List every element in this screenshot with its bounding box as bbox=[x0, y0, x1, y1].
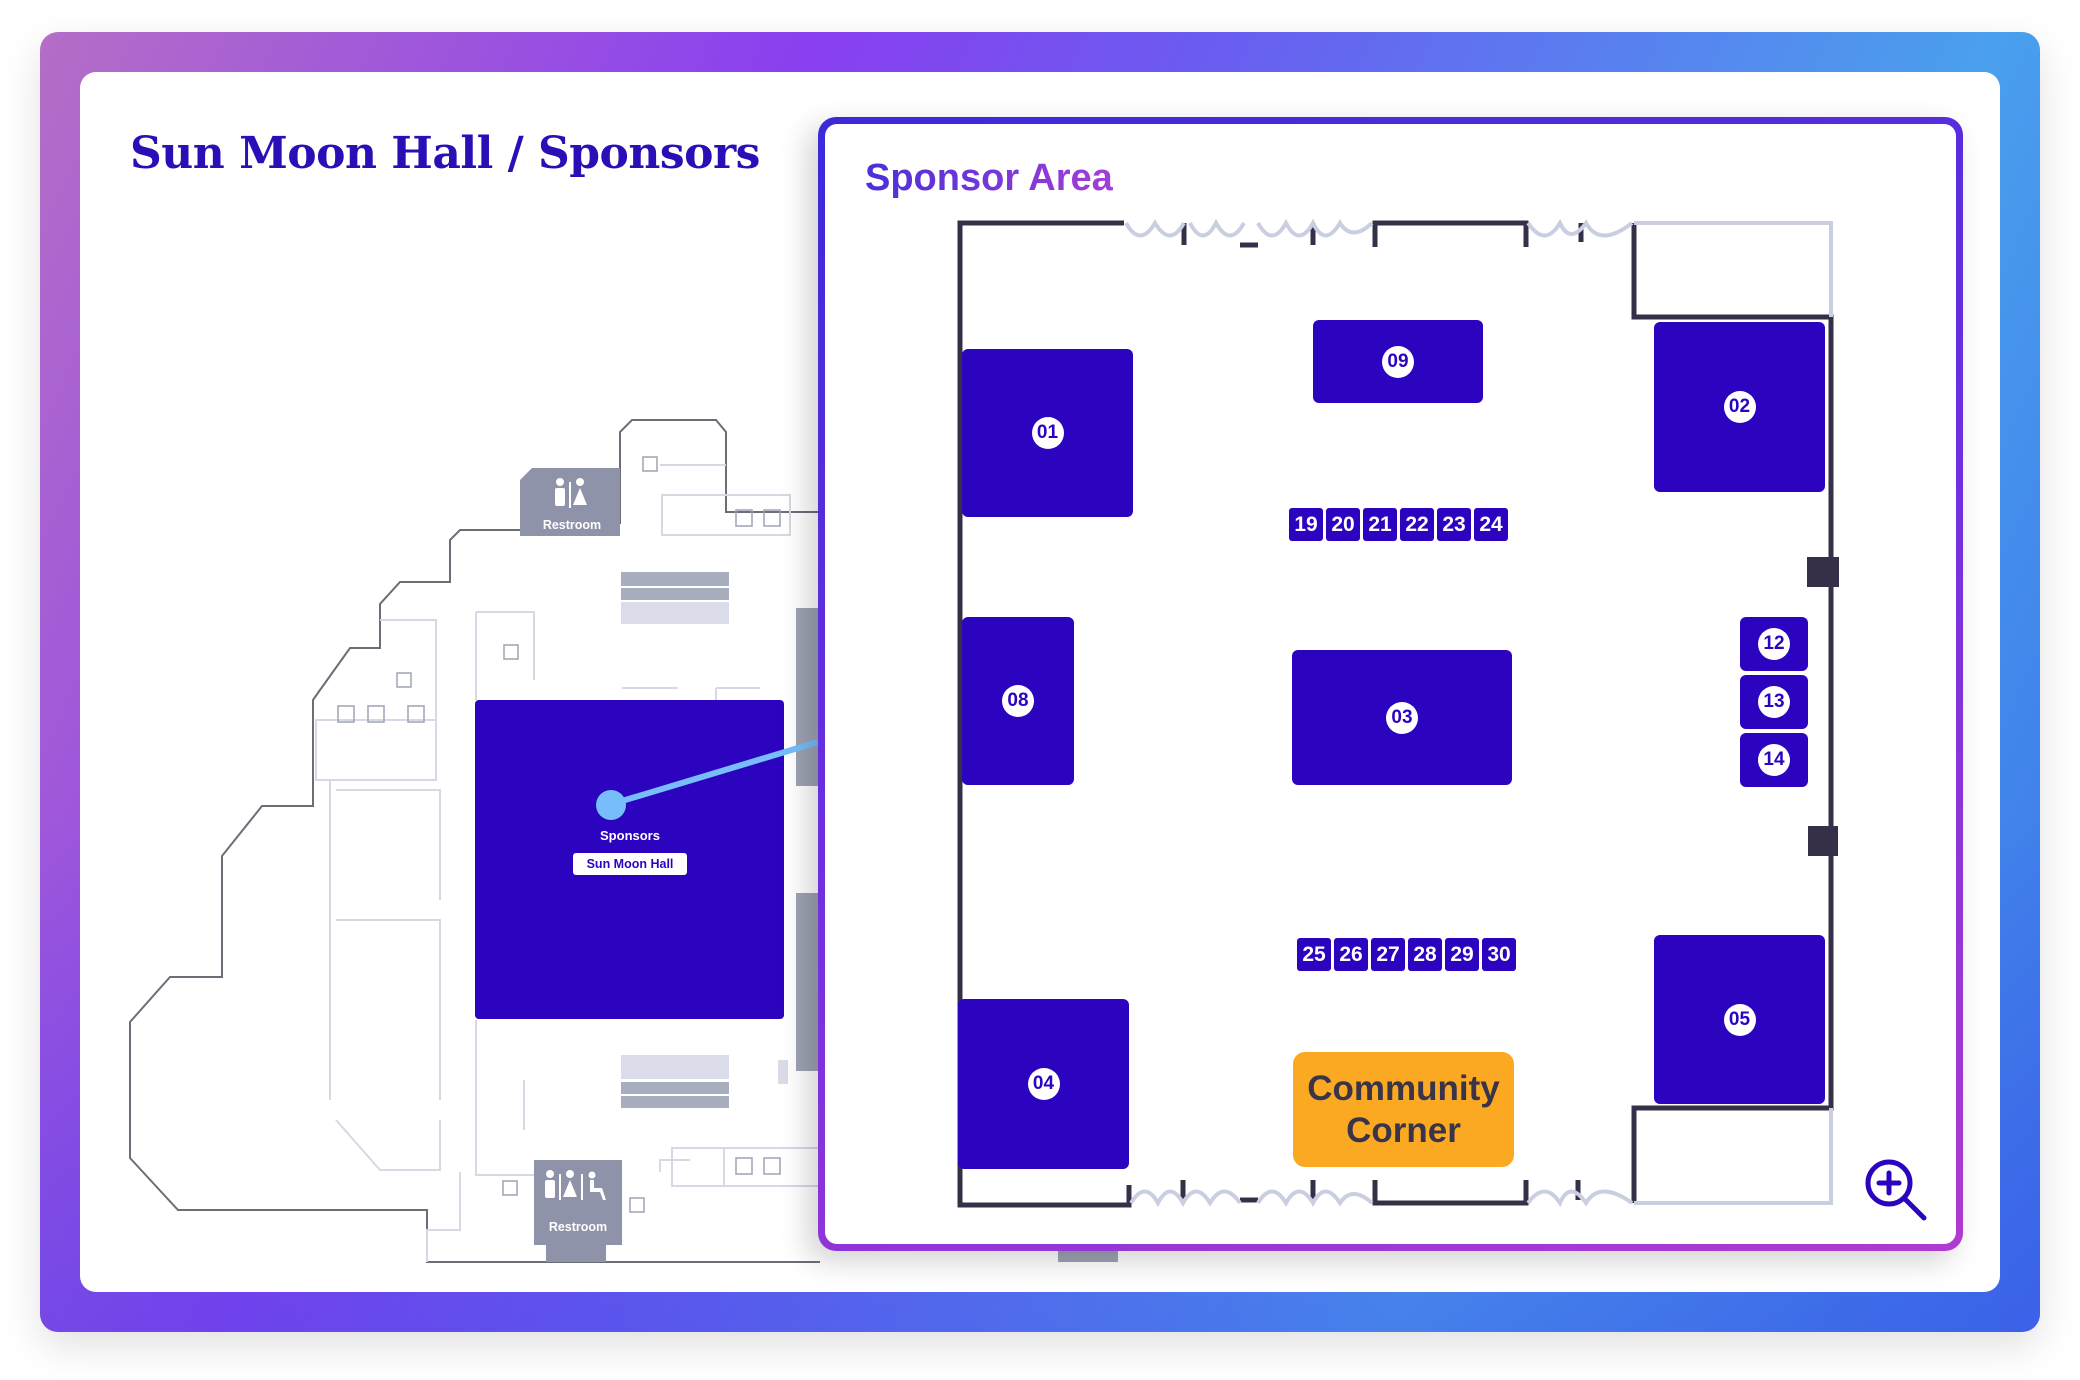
booth-number: 01 bbox=[1031, 417, 1064, 449]
community-corner[interactable]: Community Corner bbox=[1293, 1052, 1514, 1167]
booth-number: 14 bbox=[1758, 744, 1790, 776]
booth-number: 09 bbox=[1382, 345, 1414, 378]
table-28[interactable]: 28 bbox=[1408, 938, 1442, 971]
wall-bottom-mid bbox=[1372, 1180, 1529, 1206]
booth-13[interactable]: 13 bbox=[1740, 675, 1808, 729]
booth-12[interactable]: 12 bbox=[1740, 617, 1808, 671]
table-22[interactable]: 22 bbox=[1400, 508, 1434, 541]
booth-number: 03 bbox=[1386, 701, 1418, 734]
zoom-in-icon bbox=[1865, 1159, 1927, 1221]
community-corner-line2: Corner bbox=[1346, 1110, 1461, 1150]
booth-05[interactable]: 05 bbox=[1654, 935, 1825, 1104]
table-25[interactable]: 25 bbox=[1297, 938, 1331, 971]
booth-number: 02 bbox=[1723, 391, 1756, 423]
booth-number: 13 bbox=[1758, 686, 1790, 718]
booth-08[interactable]: 08 bbox=[962, 617, 1074, 785]
booth-04[interactable]: 04 bbox=[958, 999, 1129, 1169]
booth-number: 08 bbox=[1002, 685, 1034, 717]
table-29[interactable]: 29 bbox=[1445, 938, 1479, 971]
booth-number: 12 bbox=[1758, 628, 1790, 660]
table-20[interactable]: 20 bbox=[1326, 508, 1360, 541]
booth-09[interactable]: 09 bbox=[1313, 320, 1483, 403]
table-26[interactable]: 26 bbox=[1334, 938, 1368, 971]
booth-number: 05 bbox=[1723, 1003, 1756, 1036]
wall-top-mid bbox=[1372, 220, 1529, 247]
booth-02[interactable]: 02 bbox=[1654, 322, 1825, 492]
booth-03[interactable]: 03 bbox=[1292, 650, 1512, 785]
wall-anchors bbox=[1807, 557, 1839, 856]
booth-14[interactable]: 14 bbox=[1740, 733, 1808, 787]
table-19[interactable]: 19 bbox=[1289, 508, 1323, 541]
table-27[interactable]: 27 bbox=[1371, 938, 1405, 971]
table-21[interactable]: 21 bbox=[1363, 508, 1397, 541]
table-24[interactable]: 24 bbox=[1474, 508, 1508, 541]
table-23[interactable]: 23 bbox=[1437, 508, 1471, 541]
zoom-in-button[interactable] bbox=[1862, 1156, 1930, 1224]
table-30[interactable]: 30 bbox=[1482, 938, 1516, 971]
community-corner-line1: Community bbox=[1307, 1068, 1500, 1108]
booth-number: 04 bbox=[1027, 1068, 1060, 1100]
booth-01[interactable]: 01 bbox=[962, 349, 1133, 517]
